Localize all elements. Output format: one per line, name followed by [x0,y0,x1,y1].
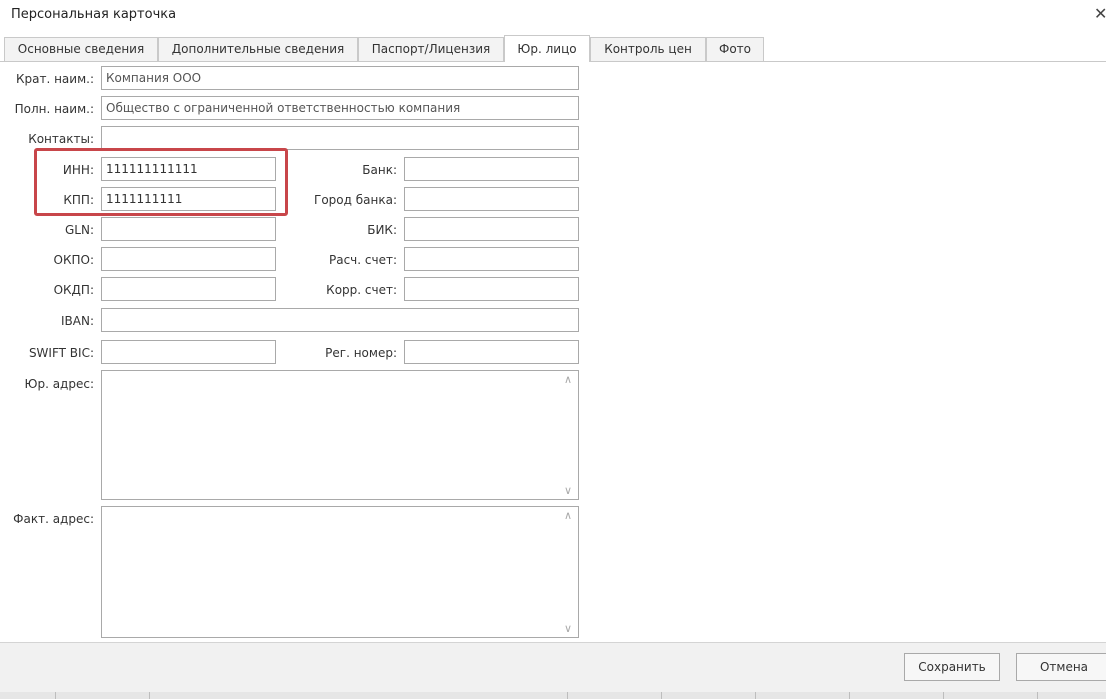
strip-separator [567,692,568,699]
account-field[interactable] [404,247,579,271]
bank-field[interactable] [404,157,579,181]
close-icon[interactable]: ✕ [1094,4,1106,23]
corr-account-field[interactable] [404,277,579,301]
window-title: Персональная карточка [11,7,177,22]
full-name-field[interactable]: Общество с ограниченной ответственностью… [101,96,579,120]
inn-kpp-highlight [34,148,288,216]
short-name-label: Крат. наим.: [15,72,94,86]
tab-price-control[interactable]: Контроль цен [590,37,706,61]
bank-city-label: Город банка: [314,193,397,207]
contacts-field[interactable] [101,126,579,150]
okdp-label: ОКДП: [53,283,94,297]
okpo-label: ОКПО: [53,253,94,267]
gln-label: GLN: [64,223,94,237]
actual-address-label: Факт. адрес: [13,512,94,526]
scroll-down-icon[interactable]: ∨ [564,484,572,497]
swift-label: SWIFT BIC: [28,346,94,360]
iban-label: IBAN: [61,314,94,328]
cancel-button[interactable]: Отмена [1016,653,1106,681]
dialog-footer: Сохранить Отмена [0,642,1106,693]
tab-basic-info[interactable]: Основные сведения [4,37,158,61]
strip-separator [149,692,150,699]
contacts-label: Контакты: [28,132,94,146]
bank-city-field[interactable] [404,187,579,211]
account-label: Расч. счет: [328,253,397,267]
scroll-up-icon[interactable]: ∧ [564,373,572,386]
scroll-down-icon[interactable]: ∨ [564,622,572,635]
full-name-label: Полн. наим.: [14,102,94,116]
corr-account-label: Корр. счет: [326,283,397,297]
strip-separator [943,692,944,699]
strip-separator [755,692,756,699]
tab-legal-entity[interactable]: Юр. лицо [504,35,590,62]
reg-number-field[interactable] [404,340,579,364]
strip-separator [849,692,850,699]
save-button[interactable]: Сохранить [904,653,1000,681]
tab-additional-info[interactable]: Дополнительные сведения [158,37,358,61]
bank-label: Банк: [362,163,397,177]
gln-field[interactable] [101,217,276,241]
okdp-field[interactable] [101,277,276,301]
legal-address-field[interactable]: ∧ ∨ [101,370,579,500]
bik-field[interactable] [404,217,579,241]
swift-field[interactable] [101,340,276,364]
tab-photo[interactable]: Фото [706,37,764,61]
title-bar: Персональная карточка ✕ [0,0,1106,30]
bik-label: БИК: [367,223,397,237]
okpo-field[interactable] [101,247,276,271]
iban-field[interactable] [101,308,579,332]
legal-address-label: Юр. адрес: [24,377,95,391]
reg-number-label: Рег. номер: [325,346,397,360]
strip-separator [661,692,662,699]
tab-passport-license[interactable]: Паспорт/Лицензия [358,37,504,61]
background-window-strip [0,692,1106,699]
short-name-field[interactable]: Компания ООО [101,66,579,90]
scroll-up-icon[interactable]: ∧ [564,509,572,522]
actual-address-field[interactable]: ∧ ∨ [101,506,579,638]
strip-separator [1037,692,1038,699]
strip-separator [55,692,56,699]
